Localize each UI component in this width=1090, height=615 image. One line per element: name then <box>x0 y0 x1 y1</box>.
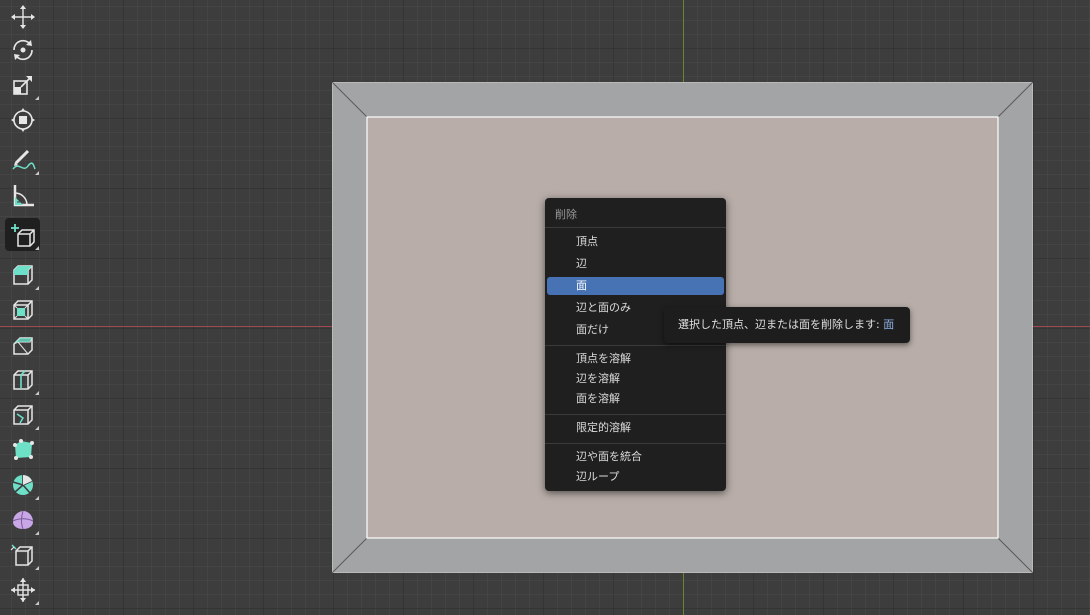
tool-variants-indicator <box>35 391 39 395</box>
spin-tool-button[interactable] <box>5 468 40 501</box>
menu-item-delete-edges[interactable]: 辺 <box>547 255 724 273</box>
transform-tool-button[interactable] <box>5 103 40 136</box>
menu-separator <box>545 345 726 346</box>
annotate-tool-button[interactable] <box>5 143 40 176</box>
menu-item-edge-loops[interactable]: 辺ループ <box>547 468 724 486</box>
tool-variants-indicator <box>35 96 39 100</box>
poly-build-tool-button[interactable] <box>5 433 40 466</box>
tool-variants-indicator <box>35 601 39 605</box>
tool-variants-indicator <box>35 286 39 290</box>
extrude-region-icon <box>12 264 33 285</box>
inset-faces-icon <box>12 299 33 320</box>
move-icon <box>10 4 35 29</box>
menu-separator <box>545 443 726 444</box>
loop-cut-icon <box>12 369 33 390</box>
tool-variants-indicator <box>35 531 39 535</box>
menu-item-dissolve-faces[interactable]: 面を溶解 <box>547 390 724 408</box>
tooltip-text: 選択した頂点、辺または面を削除します: <box>678 318 884 331</box>
knife-icon <box>12 404 33 425</box>
extrude-region-tool-button[interactable] <box>5 258 40 291</box>
tool-variants-indicator <box>35 246 39 250</box>
shrink-fatten-tool-button[interactable] <box>5 573 40 606</box>
bevel-icon <box>12 336 33 355</box>
add-cube-tool-button[interactable] <box>5 218 40 251</box>
tool-variants-indicator <box>35 566 39 570</box>
rotate-tool-button[interactable] <box>5 33 40 66</box>
edge-slide-icon <box>10 543 33 566</box>
measure-icon <box>13 184 34 206</box>
spin-icon <box>12 474 33 495</box>
scale-tool-button[interactable] <box>5 68 40 101</box>
menu-item-collapse-edges-faces[interactable]: 辺や面を統合 <box>547 448 724 466</box>
measure-tool-button[interactable] <box>5 178 40 211</box>
rotate-icon <box>12 39 33 60</box>
tooltip: 選択した頂点、辺または面を削除します: 面 <box>664 307 910 343</box>
bevel-tool-button[interactable] <box>5 328 40 361</box>
menu-item-dissolve-edges[interactable]: 辺を溶解 <box>547 370 724 388</box>
menu-separator <box>545 414 726 415</box>
menu-title: 削除 <box>555 208 577 221</box>
move-tool-button[interactable] <box>5 0 40 33</box>
menu-item-limited-dissolve[interactable]: 限定的溶解 <box>547 419 724 437</box>
knife-tool-button[interactable] <box>5 398 40 431</box>
menu-item-dissolve-vertices[interactable]: 頂点を溶解 <box>547 350 724 368</box>
delete-menu: 削除 頂点 辺 面 辺と面のみ 面だけ 頂点を溶解 辺を溶解 面を溶解 限定的溶… <box>545 198 726 491</box>
tool-variants-indicator <box>35 171 39 175</box>
poly-build-icon <box>12 438 34 460</box>
tool-shelf <box>0 0 46 615</box>
menu-separator <box>545 227 726 228</box>
tool-variants-indicator <box>35 496 39 500</box>
menu-item-delete-vertices[interactable]: 頂点 <box>547 233 724 251</box>
smooth-tool-button[interactable] <box>5 503 40 536</box>
scale-icon <box>12 75 32 95</box>
loop-cut-tool-button[interactable] <box>5 363 40 396</box>
menu-item-delete-faces[interactable]: 面 <box>547 277 724 295</box>
smooth-icon <box>12 510 33 529</box>
tool-variants-indicator <box>35 426 39 430</box>
shrink-fatten-icon <box>10 577 35 602</box>
inset-faces-tool-button[interactable] <box>5 293 40 326</box>
transform-icon <box>10 107 35 132</box>
edge-slide-tool-button[interactable] <box>5 538 40 571</box>
annotate-icon <box>11 149 36 170</box>
add-cube-icon <box>10 223 35 247</box>
tooltip-value: 面 <box>883 318 895 331</box>
